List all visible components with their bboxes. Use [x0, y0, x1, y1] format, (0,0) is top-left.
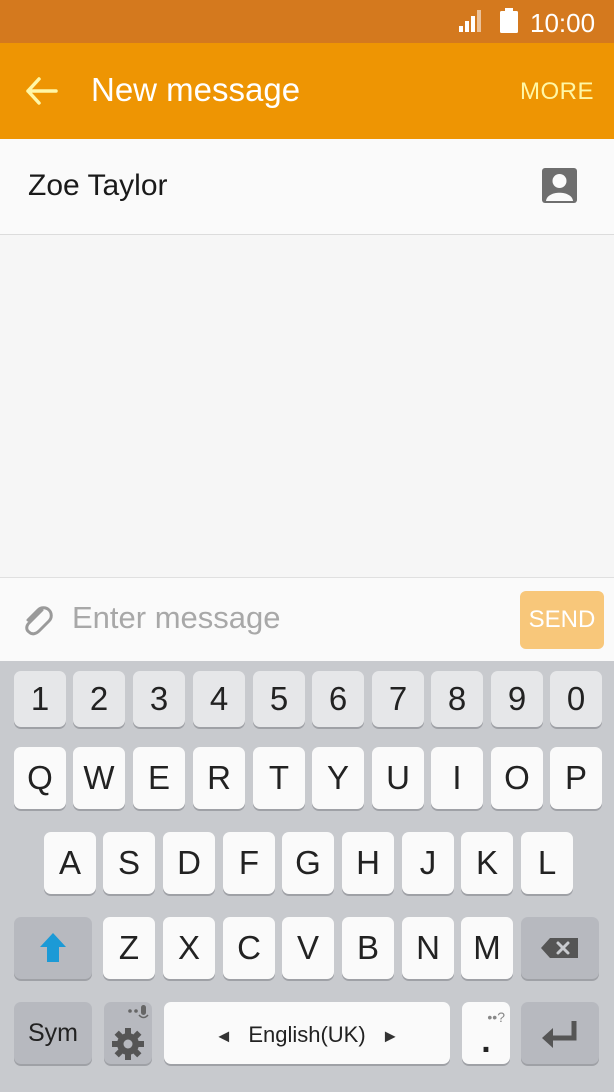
more-button[interactable]: MORE	[520, 78, 594, 106]
app-bar: New message MORE	[0, 43, 614, 139]
key-s[interactable]: S	[103, 832, 155, 894]
key-0[interactable]: 0	[550, 671, 602, 727]
enter-key[interactable]	[521, 1002, 599, 1064]
recipient-field[interactable]: Zoe Taylor	[0, 139, 614, 235]
page-title: New message	[91, 71, 301, 108]
key-k[interactable]: K	[461, 832, 513, 894]
key-h[interactable]: H	[342, 832, 394, 894]
key-7[interactable]: 7	[372, 671, 424, 727]
key-q[interactable]: Q	[14, 747, 66, 809]
key-u[interactable]: U	[372, 747, 424, 809]
key-v[interactable]: V	[282, 917, 334, 979]
period-key[interactable]: ••? .	[462, 1002, 510, 1064]
key-1[interactable]: 1	[14, 671, 66, 727]
key-5[interactable]: 5	[253, 671, 305, 727]
key-i[interactable]: I	[431, 747, 483, 809]
contact-icon[interactable]	[542, 168, 577, 203]
battery-icon	[500, 8, 518, 33]
key-z[interactable]: Z	[103, 917, 155, 979]
composer-bar: Enter message SEND	[0, 577, 614, 661]
key-l[interactable]: L	[521, 832, 573, 894]
backspace-key[interactable]	[521, 917, 599, 979]
gear-icon	[112, 1005, 149, 1060]
key-j[interactable]: J	[402, 832, 454, 894]
message-thread-area	[0, 235, 614, 577]
send-button[interactable]: SEND	[520, 591, 604, 649]
key-p[interactable]: P	[550, 747, 602, 809]
key-3[interactable]: 3	[133, 671, 185, 727]
settings-key[interactable]	[104, 1002, 152, 1064]
key-f[interactable]: F	[223, 832, 275, 894]
shift-arrow-icon	[40, 933, 66, 962]
key-9[interactable]: 9	[491, 671, 543, 727]
key-a[interactable]: A	[44, 832, 96, 894]
key-2[interactable]: 2	[73, 671, 125, 727]
key-d[interactable]: D	[163, 832, 215, 894]
paperclip-icon[interactable]	[20, 602, 54, 638]
backspace-icon	[541, 938, 578, 958]
key-e[interactable]: E	[133, 747, 185, 809]
key-m[interactable]: M	[461, 917, 513, 979]
keyboard: 1 2 3 4 5 6 7 8 9 0 Q W E R T Y U I O P …	[0, 661, 614, 1092]
status-time: 10:00	[530, 8, 596, 38]
key-6[interactable]: 6	[312, 671, 364, 727]
key-c[interactable]: C	[223, 917, 275, 979]
recipient-name[interactable]: Zoe Taylor	[28, 169, 168, 203]
message-input[interactable]: Enter message	[72, 600, 281, 636]
key-b[interactable]: B	[342, 917, 394, 979]
sym-key[interactable]: Sym	[14, 1002, 92, 1064]
space-left-arrow-icon: ◀	[218, 1027, 230, 1044]
language-label: English(UK)	[248, 1022, 366, 1048]
key-r[interactable]: R	[193, 747, 245, 809]
key-4[interactable]: 4	[193, 671, 245, 727]
shift-key[interactable]	[14, 917, 92, 979]
space-right-arrow-icon: ▶	[384, 1027, 396, 1044]
key-n[interactable]: N	[402, 917, 454, 979]
key-x[interactable]: X	[163, 917, 215, 979]
space-key[interactable]: ◀ English(UK) ▶	[164, 1002, 450, 1064]
key-o[interactable]: O	[491, 747, 543, 809]
enter-icon	[542, 1021, 577, 1048]
key-g[interactable]: G	[282, 832, 334, 894]
period-label: .	[481, 1022, 491, 1060]
key-y[interactable]: Y	[312, 747, 364, 809]
status-bar: 10:00	[0, 0, 614, 43]
key-8[interactable]: 8	[431, 671, 483, 727]
signal-icon	[459, 10, 481, 32]
key-w[interactable]: W	[73, 747, 125, 809]
key-t[interactable]: T	[253, 747, 305, 809]
arrow-left-icon[interactable]	[24, 76, 58, 106]
